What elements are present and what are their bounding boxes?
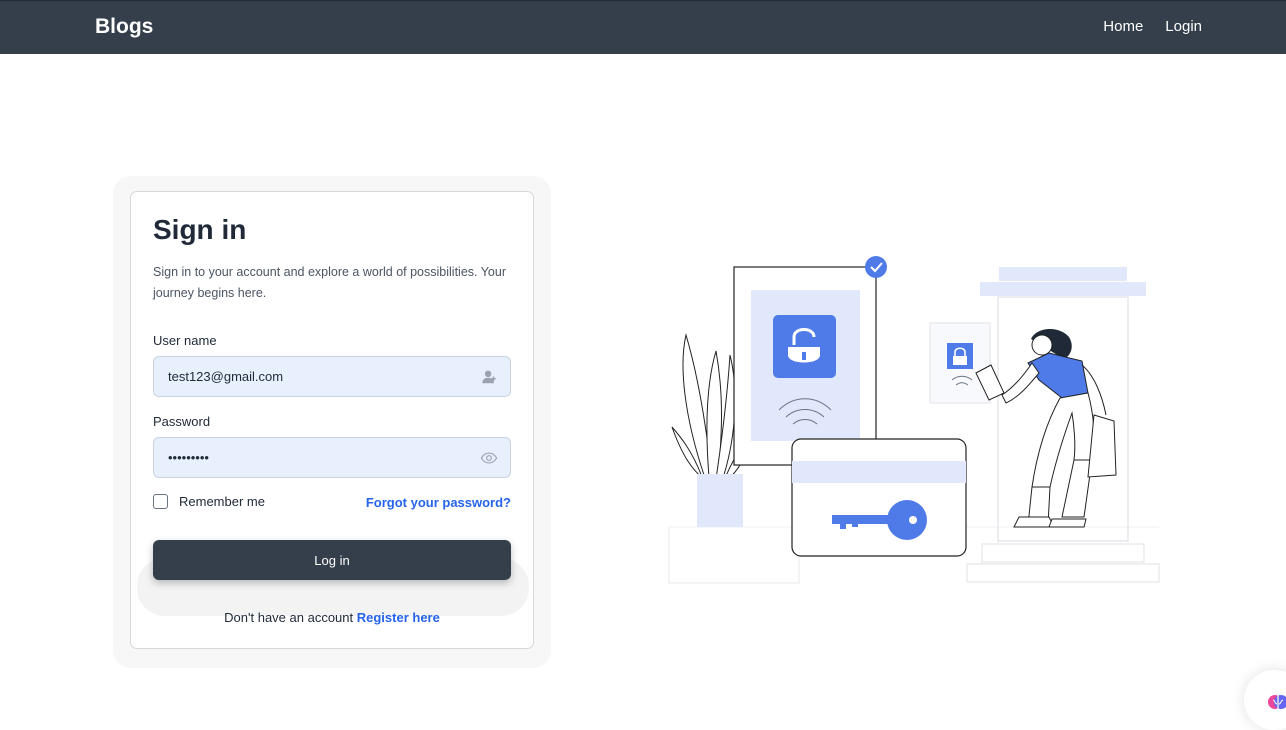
remember-checkbox[interactable] <box>153 494 168 509</box>
security-illustration <box>668 256 1160 584</box>
nav-link-home[interactable]: Home <box>1103 18 1143 35</box>
remember-me[interactable]: Remember me <box>153 494 265 509</box>
login-button[interactable]: Log in <box>153 540 511 580</box>
brain-icon <box>1268 695 1286 709</box>
forgot-password-link[interactable]: Forgot your password? <box>366 495 511 510</box>
eye-icon[interactable] <box>480 449 498 467</box>
nav-link-login[interactable]: Login <box>1165 18 1202 35</box>
navbar: Blogs Home Login <box>0 0 1286 54</box>
register-prompt: Don't have an account Register here <box>131 610 533 625</box>
assistant-widget[interactable] <box>1244 670 1286 730</box>
user-plus-icon <box>482 370 497 384</box>
person-icon <box>975 328 1117 528</box>
username-field-wrapper <box>153 356 511 397</box>
signin-subtitle: Sign in to your account and explore a wo… <box>153 265 506 300</box>
remember-label: Remember me <box>179 494 265 509</box>
register-prompt-text: Don't have an account <box>224 610 354 625</box>
brand-logo[interactable]: Blogs <box>95 15 153 39</box>
password-field-wrapper <box>153 437 511 478</box>
username-label: User name <box>153 333 217 348</box>
nav-links: Home Login <box>1103 18 1202 35</box>
username-input[interactable] <box>168 369 468 384</box>
register-link[interactable]: Register here <box>357 610 440 625</box>
password-input[interactable] <box>168 450 468 465</box>
page-title: Sign in <box>153 214 247 245</box>
password-label: Password <box>153 414 211 429</box>
signin-card: Sign in Sign in to your account and expl… <box>130 191 534 649</box>
